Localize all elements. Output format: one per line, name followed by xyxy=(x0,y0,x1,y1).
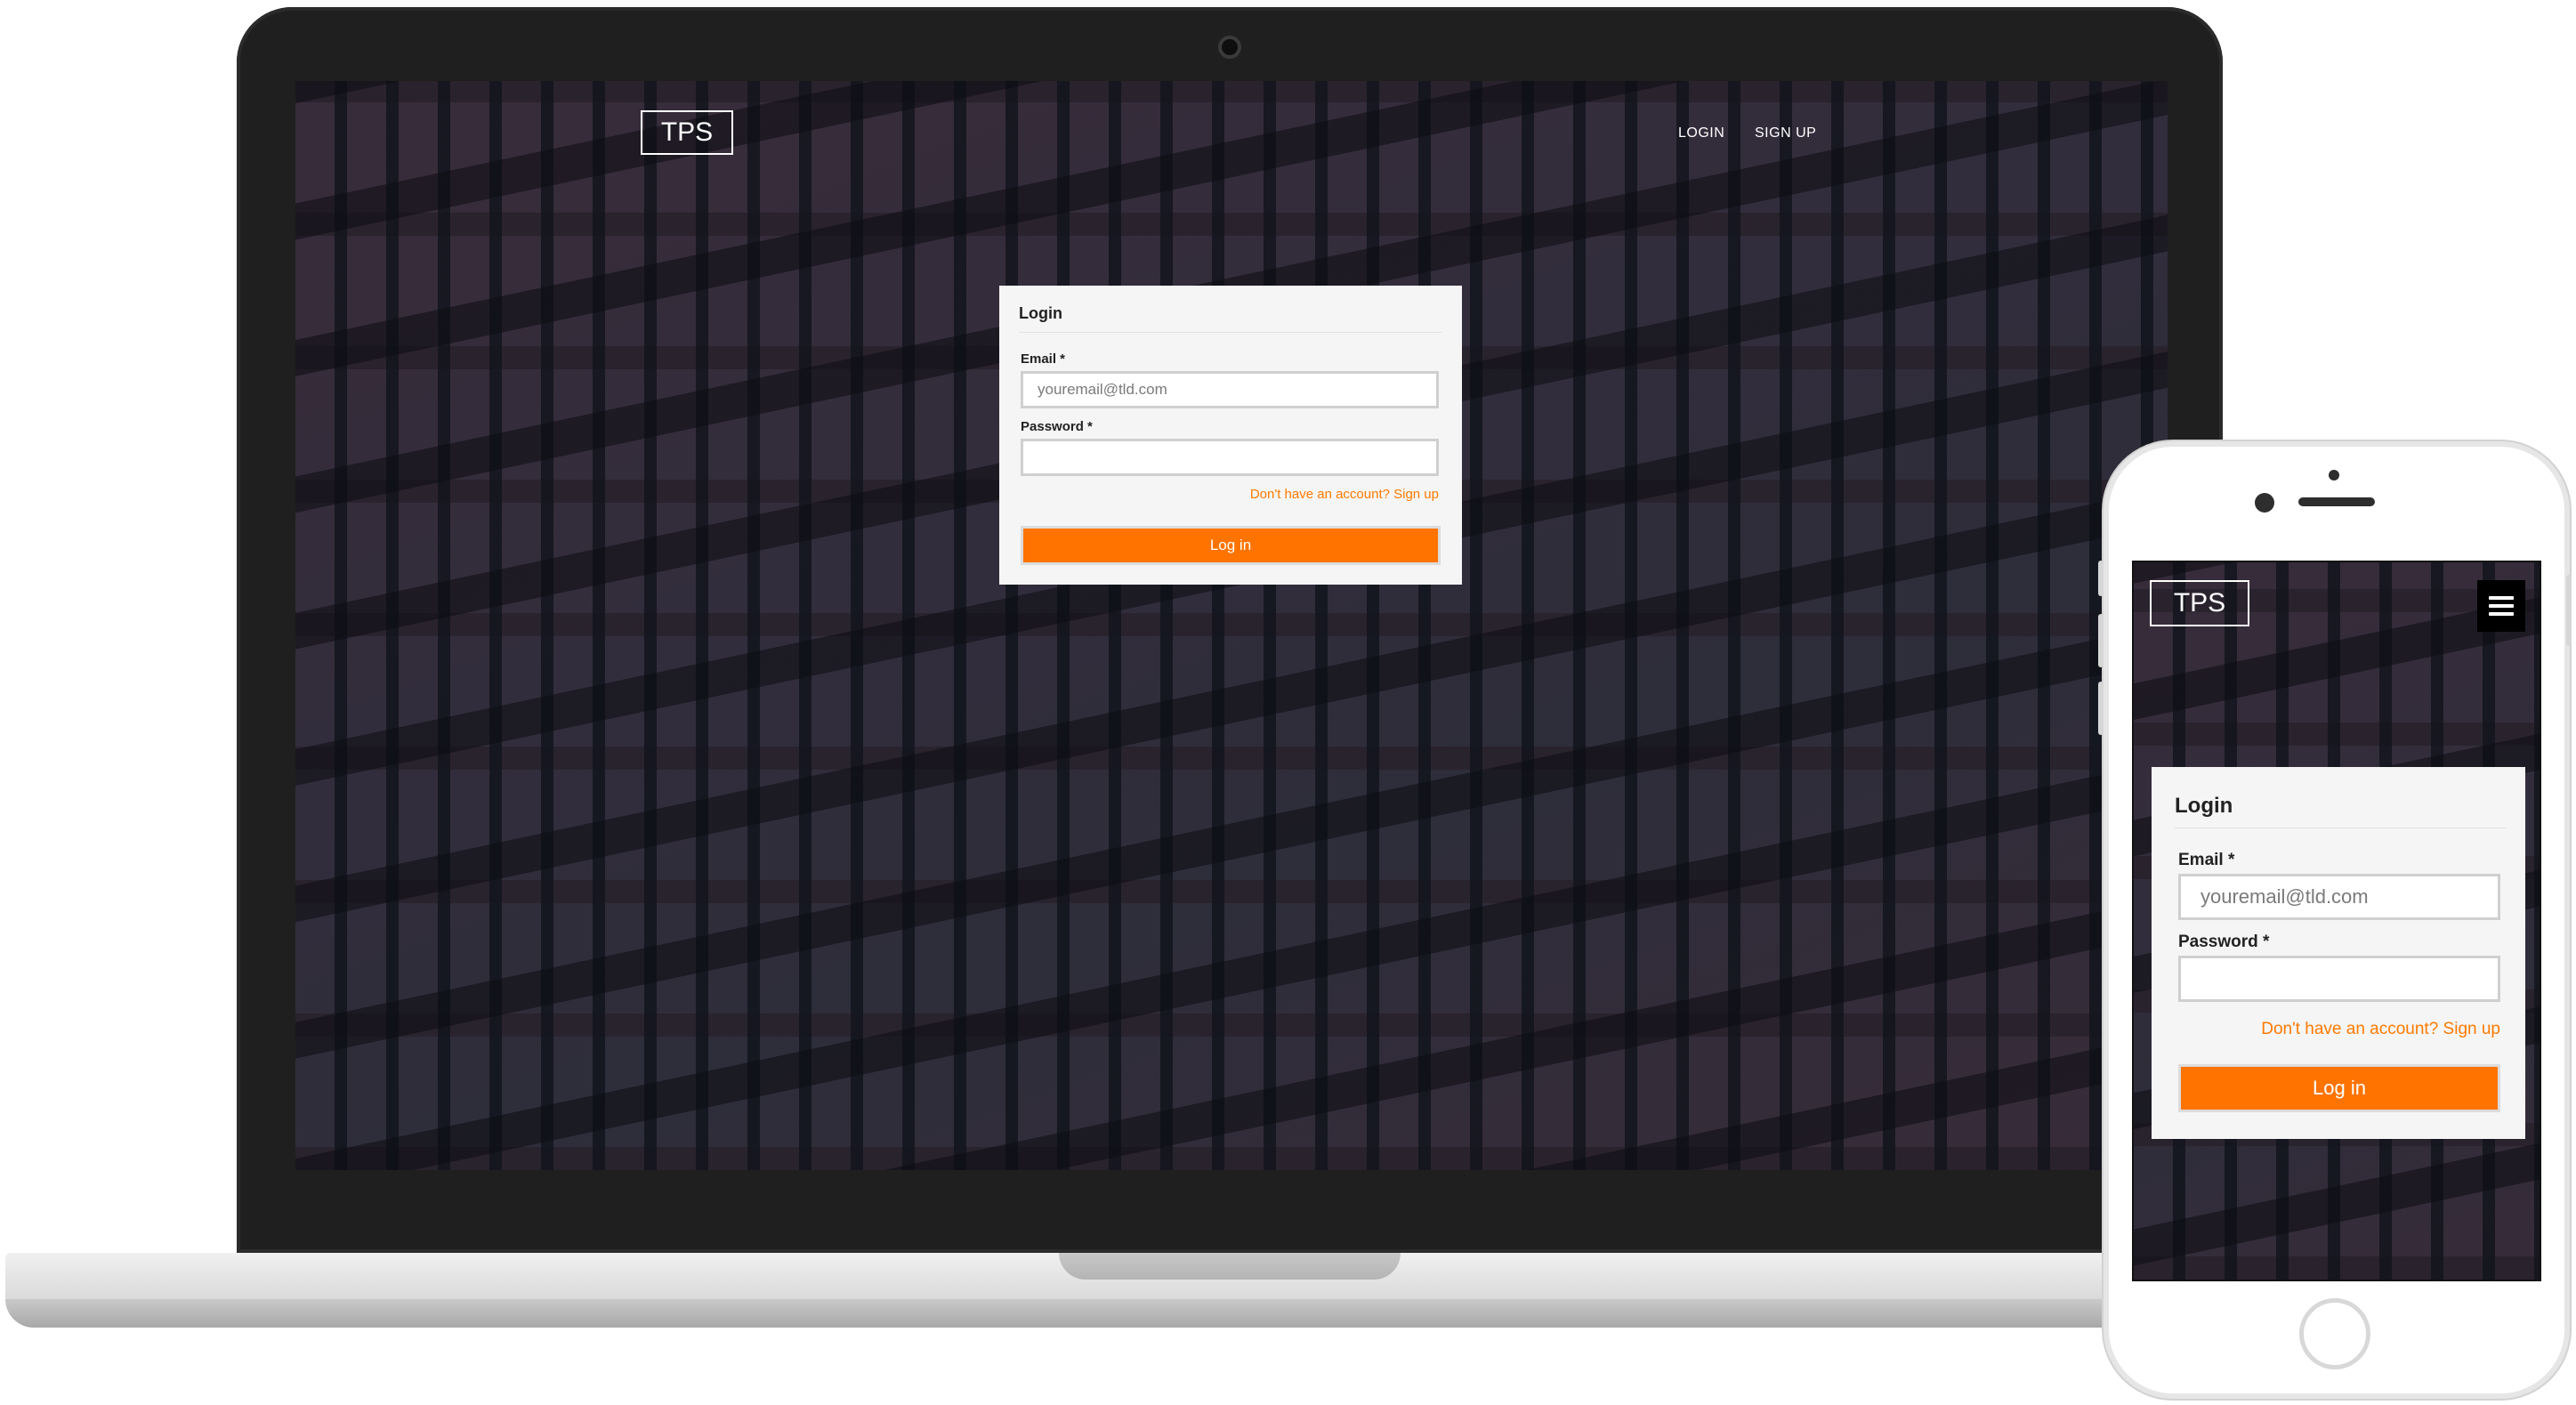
login-card-title: Login xyxy=(1019,304,1062,322)
brand-logo-text: TPS xyxy=(660,117,714,147)
signup-link[interactable]: Don't have an account? Sign up xyxy=(2241,1020,2500,1039)
phone-side-button xyxy=(2098,561,2104,596)
hamburger-menu-icon[interactable] xyxy=(2477,580,2525,632)
signup-link[interactable]: Don't have an account? Sign up xyxy=(1177,487,1439,502)
brand-logo[interactable]: TPS xyxy=(2150,580,2249,626)
phone-side-button xyxy=(2098,682,2104,735)
background-image xyxy=(295,81,2168,1170)
login-card-divider xyxy=(1019,332,1442,333)
email-label: Email * xyxy=(1021,351,1066,367)
password-label: Password * xyxy=(2178,933,2270,951)
login-button-label: Log in xyxy=(1209,537,1252,553)
login-button-label: Log in xyxy=(2313,1077,2366,1099)
laptop-camera xyxy=(1218,36,1241,59)
login-card: Login Email * youremail@tld.com Password… xyxy=(2152,767,2525,1139)
email-label: Email * xyxy=(2178,851,2235,869)
login-card-title: Login xyxy=(2175,794,2233,818)
phone-side-button xyxy=(2098,614,2104,667)
password-input[interactable] xyxy=(1021,439,1439,476)
nav-login-link[interactable]: LOGIN xyxy=(1678,125,1724,141)
email-input[interactable]: youremail@tld.com xyxy=(2178,874,2500,920)
brand-logo[interactable]: TPS xyxy=(641,110,733,155)
laptop-screen: TPS LOGIN SIGN UP Login Email * youremai… xyxy=(295,81,2168,1170)
phone-home-button[interactable] xyxy=(2299,1298,2370,1369)
login-button[interactable]: Log in xyxy=(1021,526,1441,565)
nav-signup-link[interactable]: SIGN UP xyxy=(1755,125,1816,141)
phone-screen: TPS Login Email * youremail@tld.com Pass… xyxy=(2132,561,2541,1281)
login-card: Login Email * youremail@tld.com Password… xyxy=(999,286,1462,585)
laptop-base-edge xyxy=(5,1299,2176,1328)
phone-speaker xyxy=(2298,497,2375,506)
login-button[interactable]: Log in xyxy=(2178,1064,2500,1112)
email-input[interactable]: youremail@tld.com xyxy=(1021,371,1439,408)
password-input[interactable] xyxy=(2178,956,2500,1002)
phone-side-button xyxy=(2566,575,2572,646)
laptop-notch xyxy=(1059,1253,1401,1280)
brand-logo-text: TPS xyxy=(2173,588,2226,618)
phone-camera xyxy=(2255,493,2274,513)
password-label: Password * xyxy=(1021,419,1093,434)
email-placeholder: youremail@tld.com xyxy=(2201,885,2369,908)
email-placeholder: youremail@tld.com xyxy=(1038,381,1167,398)
phone-sensor xyxy=(2329,470,2339,480)
